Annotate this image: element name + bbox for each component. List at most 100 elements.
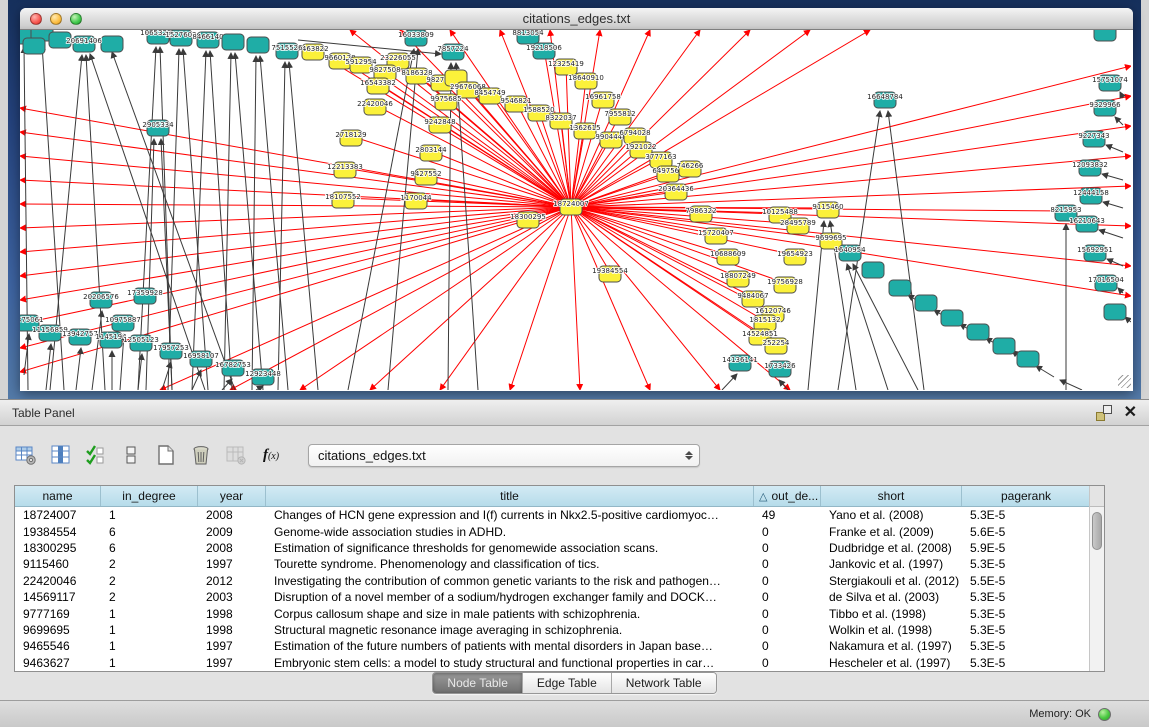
network-canvas[interactable]: 7463822966012859129542322605598275088186… (20, 30, 1133, 390)
table-cell[interactable]: 2 (101, 589, 198, 605)
table-cell[interactable]: Genome-wide association studies in ADHD. (266, 523, 754, 539)
graph-node[interactable]: 9329966 (1089, 100, 1121, 116)
graph-node[interactable]: 16648784 (867, 92, 903, 108)
graph-node[interactable]: 2718129 (335, 130, 366, 146)
table-cell[interactable]: 5.3E-5 (962, 507, 1091, 523)
graph-node[interactable]: 7955812 (604, 109, 635, 125)
float-panel-button[interactable] (1096, 405, 1112, 421)
function-builder-button[interactable]: f(x) (259, 443, 283, 467)
graph-node[interactable]: 19384554 (592, 266, 628, 282)
tab-node-table[interactable]: Node Table (433, 673, 523, 693)
table-cell[interactable]: 2008 (198, 540, 266, 556)
table-cell[interactable]: Disruption of a novel member of a sodium… (266, 589, 754, 605)
column-header-short[interactable]: short (821, 486, 962, 506)
table-cell[interactable]: 6 (101, 540, 198, 556)
table-cell[interactable]: Yano et al. (2008) (821, 507, 962, 523)
graph-node[interactable]: 18640910 (568, 73, 604, 89)
graph-node[interactable] (862, 262, 884, 278)
graph-node[interactable]: 19654923 (777, 249, 813, 265)
graph-node[interactable]: 7986322 (685, 206, 716, 222)
table-row[interactable]: 946554611997Estimation of the future num… (15, 638, 1091, 654)
table-cell[interactable]: 49 (754, 507, 821, 523)
table-cell[interactable]: Embryonic stem cells: a model to study s… (266, 655, 754, 671)
close-panel-button[interactable]: ✕ (1124, 405, 1137, 421)
table-row[interactable]: 1872400712008Changes of HCN gene express… (15, 507, 1091, 523)
table-cell[interactable]: 9465546 (15, 638, 101, 654)
table-cell[interactable]: 0 (754, 573, 821, 589)
column-header-outde[interactable]: △out_de... (754, 486, 821, 506)
scrollbar-thumb[interactable] (1092, 512, 1102, 550)
graph-node[interactable]: 20206576 (83, 292, 119, 308)
select-all-button[interactable] (84, 443, 108, 467)
graph-node[interactable]: 252254 (763, 338, 790, 354)
graph-node[interactable] (222, 34, 244, 50)
tab-network-table[interactable]: Network Table (612, 673, 716, 693)
graph-node[interactable] (101, 36, 123, 52)
graph-node[interactable]: 16958107 (183, 351, 219, 367)
table-cell[interactable]: Estimation of the future numbers of pati… (266, 638, 754, 654)
graph-node[interactable]: 9484067 (737, 291, 768, 307)
column-header-pagerank[interactable]: pagerank (962, 486, 1091, 506)
table-row[interactable]: 1456911722003Disruption of a novel membe… (15, 589, 1091, 605)
table-cell[interactable]: 6 (101, 523, 198, 539)
graph-node[interactable]: 15751074 (1092, 75, 1128, 91)
table-selector-dropdown[interactable]: citations_edges.txt (308, 444, 700, 467)
graph-node[interactable] (941, 310, 963, 326)
table-cell[interactable]: 5.5E-5 (962, 573, 1091, 589)
graph-node[interactable] (1094, 30, 1116, 41)
table-settings-button[interactable] (14, 443, 38, 467)
table-cell[interactable]: 1997 (198, 556, 266, 572)
table-cell[interactable]: 1 (101, 605, 198, 621)
table-cell[interactable]: 5.9E-5 (962, 540, 1091, 556)
graph-node[interactable]: 1733426 (764, 361, 796, 377)
row-height-button[interactable] (119, 443, 143, 467)
graph-node[interactable]: 20691406 (66, 36, 102, 52)
table-cell[interactable]: 5.3E-5 (962, 638, 1091, 654)
table-row[interactable]: 911546021997Tourette syndrome. Phenomeno… (15, 556, 1091, 572)
graph-node[interactable]: 9115460 (812, 202, 843, 218)
table-cell[interactable]: 0 (754, 622, 821, 638)
graph-node[interactable]: 10688609 (710, 249, 746, 265)
table-cell[interactable]: 9115460 (15, 556, 101, 572)
table-cell[interactable]: 1997 (198, 655, 266, 671)
graph-node[interactable] (993, 338, 1015, 354)
zoom-window-icon[interactable] (70, 13, 82, 25)
graph-node[interactable]: 19756928 (767, 277, 803, 293)
table-cell[interactable]: 1 (101, 622, 198, 638)
table-cell[interactable]: 19384554 (15, 523, 101, 539)
tab-edge-table[interactable]: Edge Table (523, 673, 612, 693)
table-cell[interactable]: 0 (754, 638, 821, 654)
graph-node[interactable]: 16961758 (585, 92, 621, 108)
table-cell[interactable]: Wolkin et al. (1998) (821, 622, 962, 638)
column-header-year[interactable]: year (198, 486, 266, 506)
table-cell[interactable]: 5.3E-5 (962, 605, 1091, 621)
graph-node[interactable]: 9975685 (430, 94, 461, 110)
graph-node[interactable] (915, 295, 937, 311)
table-cell[interactable]: Hescheler et al. (1997) (821, 655, 962, 671)
table-cell[interactable]: 2 (101, 573, 198, 589)
table-cell[interactable]: 0 (754, 605, 821, 621)
table-row[interactable]: 969969511998Structural magnetic resonanc… (15, 622, 1091, 638)
table-row[interactable]: 1938455462009Genome-wide association stu… (15, 523, 1091, 539)
table-cell[interactable]: 1 (101, 507, 198, 523)
table-cell[interactable]: 14569117 (15, 589, 101, 605)
table-cell[interactable]: 2008 (198, 507, 266, 523)
graph-node[interactable]: 2803144 (415, 145, 447, 161)
table-cell[interactable]: Structural magnetic resonance image aver… (266, 622, 754, 638)
table-cell[interactable]: Nakamura et al. (1997) (821, 638, 962, 654)
graph-node[interactable]: 18300295 (510, 212, 546, 228)
table-cell[interactable]: Tourette syndrome. Phenomenology and cla… (266, 556, 754, 572)
table-cell[interactable]: Changes of HCN gene expression and I(f) … (266, 507, 754, 523)
table-cell[interactable]: Investigating the contribution of common… (266, 573, 754, 589)
graph-node[interactable]: 8813054 (512, 30, 544, 44)
table-cell[interactable]: 18300295 (15, 540, 101, 556)
table-cell[interactable]: Corpus callosum shape and size in male p… (266, 605, 754, 621)
table-cell[interactable]: Tibbo et al. (1998) (821, 605, 962, 621)
graph-node[interactable]: 8466140 (192, 32, 223, 48)
graph-node[interactable]: 10975887 (105, 315, 141, 331)
citation-network-graph[interactable]: 7463822966012859129542322605598275088186… (20, 30, 1131, 390)
graph-node[interactable]: 9427552 (410, 169, 441, 185)
graph-node[interactable]: 13942757 (62, 329, 98, 345)
graph-node[interactable]: 19218506 (526, 43, 562, 59)
graph-node[interactable]: 12923448 (245, 369, 281, 385)
